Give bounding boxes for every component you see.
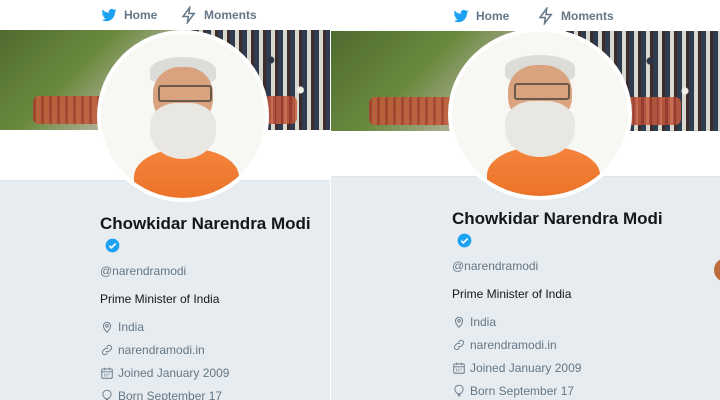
- avatar-photo: [101, 34, 265, 198]
- top-navigation: Home Moments: [0, 0, 330, 31]
- profile-name-text: Chowkidar Narendra Modi: [100, 214, 311, 233]
- lightning-icon: [538, 7, 553, 25]
- link-icon: [102, 345, 112, 355]
- avatar-beard: [150, 102, 216, 159]
- location-pin-icon: [103, 321, 111, 333]
- profile-born: Born September 17: [100, 388, 330, 400]
- top-navigation: Home Moments: [330, 0, 720, 32]
- profile-joined: Joined January 2009: [452, 360, 682, 376]
- balloon-icon: [102, 389, 112, 400]
- verified-badge-icon: [105, 238, 120, 253]
- profile-name[interactable]: Chowkidar Narendra Modi: [452, 208, 682, 252]
- avatar-photo: [452, 32, 628, 196]
- panel-divider: [330, 0, 331, 400]
- profile-name-text: Chowkidar Narendra Modi: [452, 209, 663, 228]
- location-pin-icon: [455, 316, 463, 328]
- profile-website[interactable]: narendramodi.in: [100, 342, 330, 358]
- profile-born-text: Born September 17: [470, 384, 575, 398]
- profile-website-text[interactable]: narendramodi.in: [118, 342, 205, 358]
- avatar-glasses: [158, 84, 212, 102]
- profile-handle[interactable]: @narendramodi: [452, 258, 682, 274]
- nav-home[interactable]: Home: [100, 5, 157, 25]
- nav-home-label: Home: [124, 8, 158, 22]
- profile-panel-right: Home Moments Chowkidar Narendra Modi @na…: [330, 0, 720, 400]
- verified-badge-icon: [457, 233, 472, 248]
- nav-moments[interactable]: Moments: [180, 5, 257, 25]
- lightning-icon: [181, 6, 196, 24]
- nav-moments[interactable]: Moments: [537, 6, 614, 26]
- nav-moments-label: Moments: [561, 9, 614, 23]
- profile-location: India: [452, 314, 682, 330]
- twitter-bird-icon: [453, 9, 469, 23]
- profile-website-text[interactable]: narendramodi.in: [470, 337, 557, 353]
- profile-location-text: India: [470, 315, 497, 329]
- profile-website[interactable]: narendramodi.in: [452, 337, 682, 353]
- profile-avatar[interactable]: [97, 30, 269, 202]
- calendar-icon: [453, 362, 465, 374]
- profile-bio: Prime Minister of India: [452, 287, 572, 301]
- nav-home-label: Home: [476, 9, 510, 23]
- avatar-beard: [504, 100, 576, 157]
- profile-meta: India narendramodi.in Joined January 200…: [452, 314, 682, 399]
- profile-location-text: India: [118, 320, 145, 334]
- twitter-bird-icon: [101, 8, 117, 22]
- profile-born-text: Born September 17: [118, 389, 223, 400]
- calendar-icon: [101, 367, 113, 379]
- profile-name[interactable]: Chowkidar Narendra Modi: [100, 213, 330, 257]
- balloon-icon: [454, 384, 464, 397]
- profile-location: India: [100, 319, 330, 335]
- profile-meta: India narendramodi.in Joined January 200…: [100, 319, 330, 400]
- profile-panel-left: Home Moments Chowkidar Narendra Modi @na…: [0, 0, 330, 400]
- profile-card: Chowkidar Narendra Modi @narendramodi Pr…: [452, 208, 682, 400]
- nav-moments-label: Moments: [204, 8, 257, 22]
- profile-card: Chowkidar Narendra Modi @narendramodi Pr…: [100, 213, 330, 400]
- profile-joined: Joined January 2009: [100, 365, 330, 381]
- profile-joined-text: Joined January 2009: [118, 366, 230, 380]
- profile-avatar[interactable]: [448, 28, 632, 200]
- avatar-glasses: [513, 82, 571, 100]
- profile-born: Born September 17: [452, 383, 682, 399]
- profile-joined-text: Joined January 2009: [470, 361, 582, 375]
- nav-home[interactable]: Home: [452, 6, 509, 26]
- link-icon: [454, 340, 464, 350]
- profile-handle[interactable]: @narendramodi: [100, 263, 330, 279]
- profile-bio: Prime Minister of India: [100, 292, 220, 306]
